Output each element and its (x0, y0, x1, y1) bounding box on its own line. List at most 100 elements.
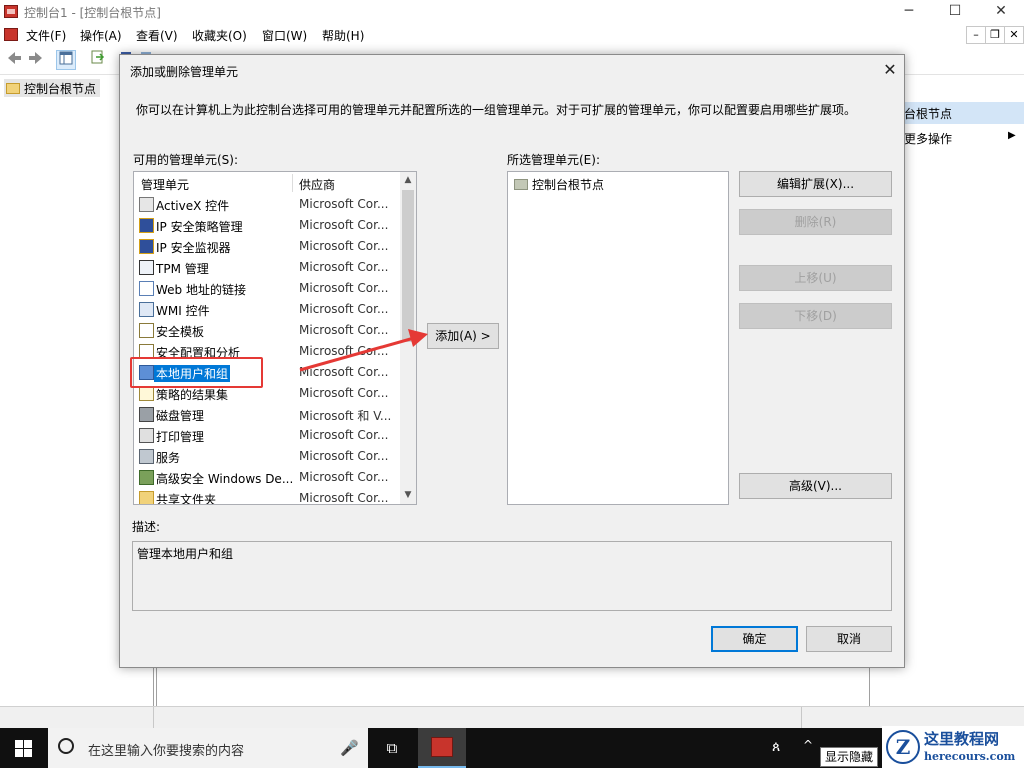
snapin-name: TPM 管理 (156, 262, 209, 276)
snapin-name: Web 地址的链接 (156, 283, 246, 297)
status-bar (0, 706, 1024, 729)
mmc-doc-icon[interactable] (4, 28, 18, 41)
menu-help[interactable]: 帮助(H) (322, 27, 364, 44)
tpm-icon (139, 260, 154, 275)
watermark-logo-icon: Z (886, 730, 920, 764)
add-button[interactable]: 添加(A) > (427, 323, 499, 349)
snapin-name: 打印管理 (156, 430, 205, 444)
scroll-thumb[interactable] (402, 190, 414, 342)
close-window-button[interactable]: ✕ (978, 0, 1024, 24)
move-up-button[interactable]: 上移(U) (739, 265, 892, 291)
cancel-button[interactable]: 取消 (806, 626, 892, 652)
snapin-name: 策略的结果集 (156, 388, 229, 402)
snapin-row[interactable]: TPM 管理 Microsoft Cor... (134, 257, 400, 278)
selected-item-console-root[interactable]: 控制台根节点 (514, 176, 604, 193)
mdi-restore-button[interactable]: ❐ (985, 26, 1005, 44)
available-snapins-list[interactable]: 管理单元 供应商 ActiveX 控件 Microsoft Cor... IP 安全… (133, 171, 417, 505)
list-header: 管理单元 供应商 (134, 172, 400, 195)
status-segment (153, 707, 802, 729)
snapin-row[interactable]: 安全模板 Microsoft Cor... (134, 320, 400, 341)
shared-folder-icon (139, 491, 154, 504)
vertical-scrollbar[interactable]: ▲ ▼ (400, 172, 416, 504)
snapin-vendor: Microsoft Cor... (299, 449, 389, 463)
snapin-vendor: Microsoft Cor... (299, 302, 389, 316)
snapin-row[interactable]: 共享文件夹 Microsoft Cor... (134, 488, 400, 504)
menu-action[interactable]: 操作(A) (80, 27, 122, 44)
tree-node-console-root[interactable]: 控制台根节点 (4, 79, 101, 97)
snapin-vendor: Microsoft Cor... (299, 197, 389, 211)
snapin-row[interactable]: IP 安全策略管理 Microsoft Cor... (134, 215, 400, 236)
disk-icon (139, 407, 154, 422)
scroll-up-icon[interactable]: ▲ (400, 172, 416, 189)
security-template-icon (139, 323, 154, 338)
snapin-vendor: Microsoft Cor... (299, 344, 389, 358)
ipsec-policy-icon (139, 218, 154, 233)
snapin-row[interactable]: Web 地址的链接 Microsoft Cor... (134, 278, 400, 299)
activex-icon (139, 197, 154, 212)
snapin-row[interactable]: WMI 控件 Microsoft Cor... (134, 299, 400, 320)
description-text: 管理本地用户和组 (137, 547, 234, 561)
status-segment (0, 707, 154, 729)
column-header-vendor[interactable]: 供应商 (299, 176, 335, 193)
minimize-button[interactable]: ─ (886, 0, 932, 24)
snapin-row[interactable]: IP 安全监视器 Microsoft Cor... (134, 236, 400, 257)
menu-bar: 文件(F) 操作(A) 查看(V) 收藏夹(O) 窗口(W) 帮助(H) – ❐… (0, 24, 1024, 46)
snapin-name: 高级安全 Windows De... (156, 472, 294, 486)
cortana-icon (58, 738, 74, 754)
show-tree-icon[interactable] (56, 50, 76, 70)
site-watermark: Z 这里教程网 herecours.com (882, 726, 1024, 768)
selected-snapins-list[interactable]: 控制台根节点 (507, 171, 729, 505)
taskbar-mmc-app[interactable] (418, 728, 466, 768)
show-hidden-icons-icon[interactable]: ^ (803, 738, 813, 752)
export-list-icon[interactable] (88, 50, 108, 70)
move-down-button[interactable]: 下移(D) (739, 303, 892, 329)
scroll-down-icon[interactable]: ▼ (400, 487, 416, 504)
snapin-vendor: Microsoft Cor... (299, 428, 389, 442)
snapin-name: ActiveX 控件 (156, 199, 230, 213)
snapin-row[interactable]: 服务 Microsoft Cor... (134, 446, 400, 467)
back-arrow-icon[interactable] (4, 50, 24, 70)
printer-icon (139, 428, 154, 443)
snapin-row[interactable]: ActiveX 控件 Microsoft Cor... (134, 194, 400, 215)
ipsec-monitor-icon (139, 239, 154, 254)
microphone-icon[interactable]: 🎤 (340, 739, 359, 757)
task-view-icon[interactable]: ⧉ (374, 728, 410, 768)
forward-arrow-icon[interactable] (26, 50, 46, 70)
snapin-vendor: Microsoft Cor... (299, 365, 389, 379)
snapin-vendor: Microsoft Cor... (299, 218, 389, 232)
menu-view[interactable]: 查看(V) (136, 27, 178, 44)
menu-file[interactable]: 文件(F) (26, 27, 66, 44)
column-divider[interactable] (292, 174, 293, 192)
window-title: 控制台1 - [控制台根节点] (24, 6, 161, 20)
snapin-vendor: Microsoft Cor... (299, 281, 389, 295)
column-header-snapin[interactable]: 管理单元 (141, 176, 189, 193)
mdi-close-button[interactable]: ✕ (1004, 26, 1024, 44)
submenu-arrow-icon: ▶ (1008, 130, 1016, 141)
taskbar-search-box[interactable]: 在这里输入你要搜索的内容 🎤 (48, 728, 368, 768)
dialog-close-button[interactable]: ✕ (876, 57, 904, 83)
advanced-button[interactable]: 高级(V)... (739, 473, 892, 499)
menu-favorites[interactable]: 收藏夹(O) (192, 27, 247, 44)
folder-icon (514, 179, 528, 190)
snapin-name: 磁盘管理 (156, 409, 205, 423)
menu-window[interactable]: 窗口(W) (262, 27, 307, 44)
maximize-button[interactable]: ☐ (932, 0, 978, 24)
tree-node-label: 控制台根节点 (24, 81, 97, 96)
snapin-vendor: Microsoft Cor... (299, 260, 389, 274)
start-button[interactable] (0, 728, 48, 768)
ok-button[interactable]: 确定 (711, 626, 798, 652)
people-icon[interactable]: ጰ (772, 739, 780, 755)
mmc-app-icon (4, 5, 18, 18)
remove-button[interactable]: 删除(R) (739, 209, 892, 235)
snapin-vendor: Microsoft Cor... (299, 323, 389, 337)
highlight-annotation-box (130, 357, 263, 388)
snapin-row[interactable]: 磁盘管理 Microsoft 和 V... (134, 404, 400, 425)
snapin-row[interactable]: 打印管理 Microsoft Cor... (134, 425, 400, 446)
edit-extensions-button[interactable]: 编辑扩展(X)... (739, 171, 892, 197)
mdi-minimize-button[interactable]: – (966, 26, 986, 44)
snapin-row[interactable]: 高级安全 Windows De... Microsoft Cor... (134, 467, 400, 488)
windows-logo-icon (15, 740, 32, 757)
available-snapins-label: 可用的管理单元(S): (133, 153, 239, 167)
rsop-icon (139, 386, 154, 401)
more-actions-item[interactable]: 更多操作 (904, 130, 952, 147)
